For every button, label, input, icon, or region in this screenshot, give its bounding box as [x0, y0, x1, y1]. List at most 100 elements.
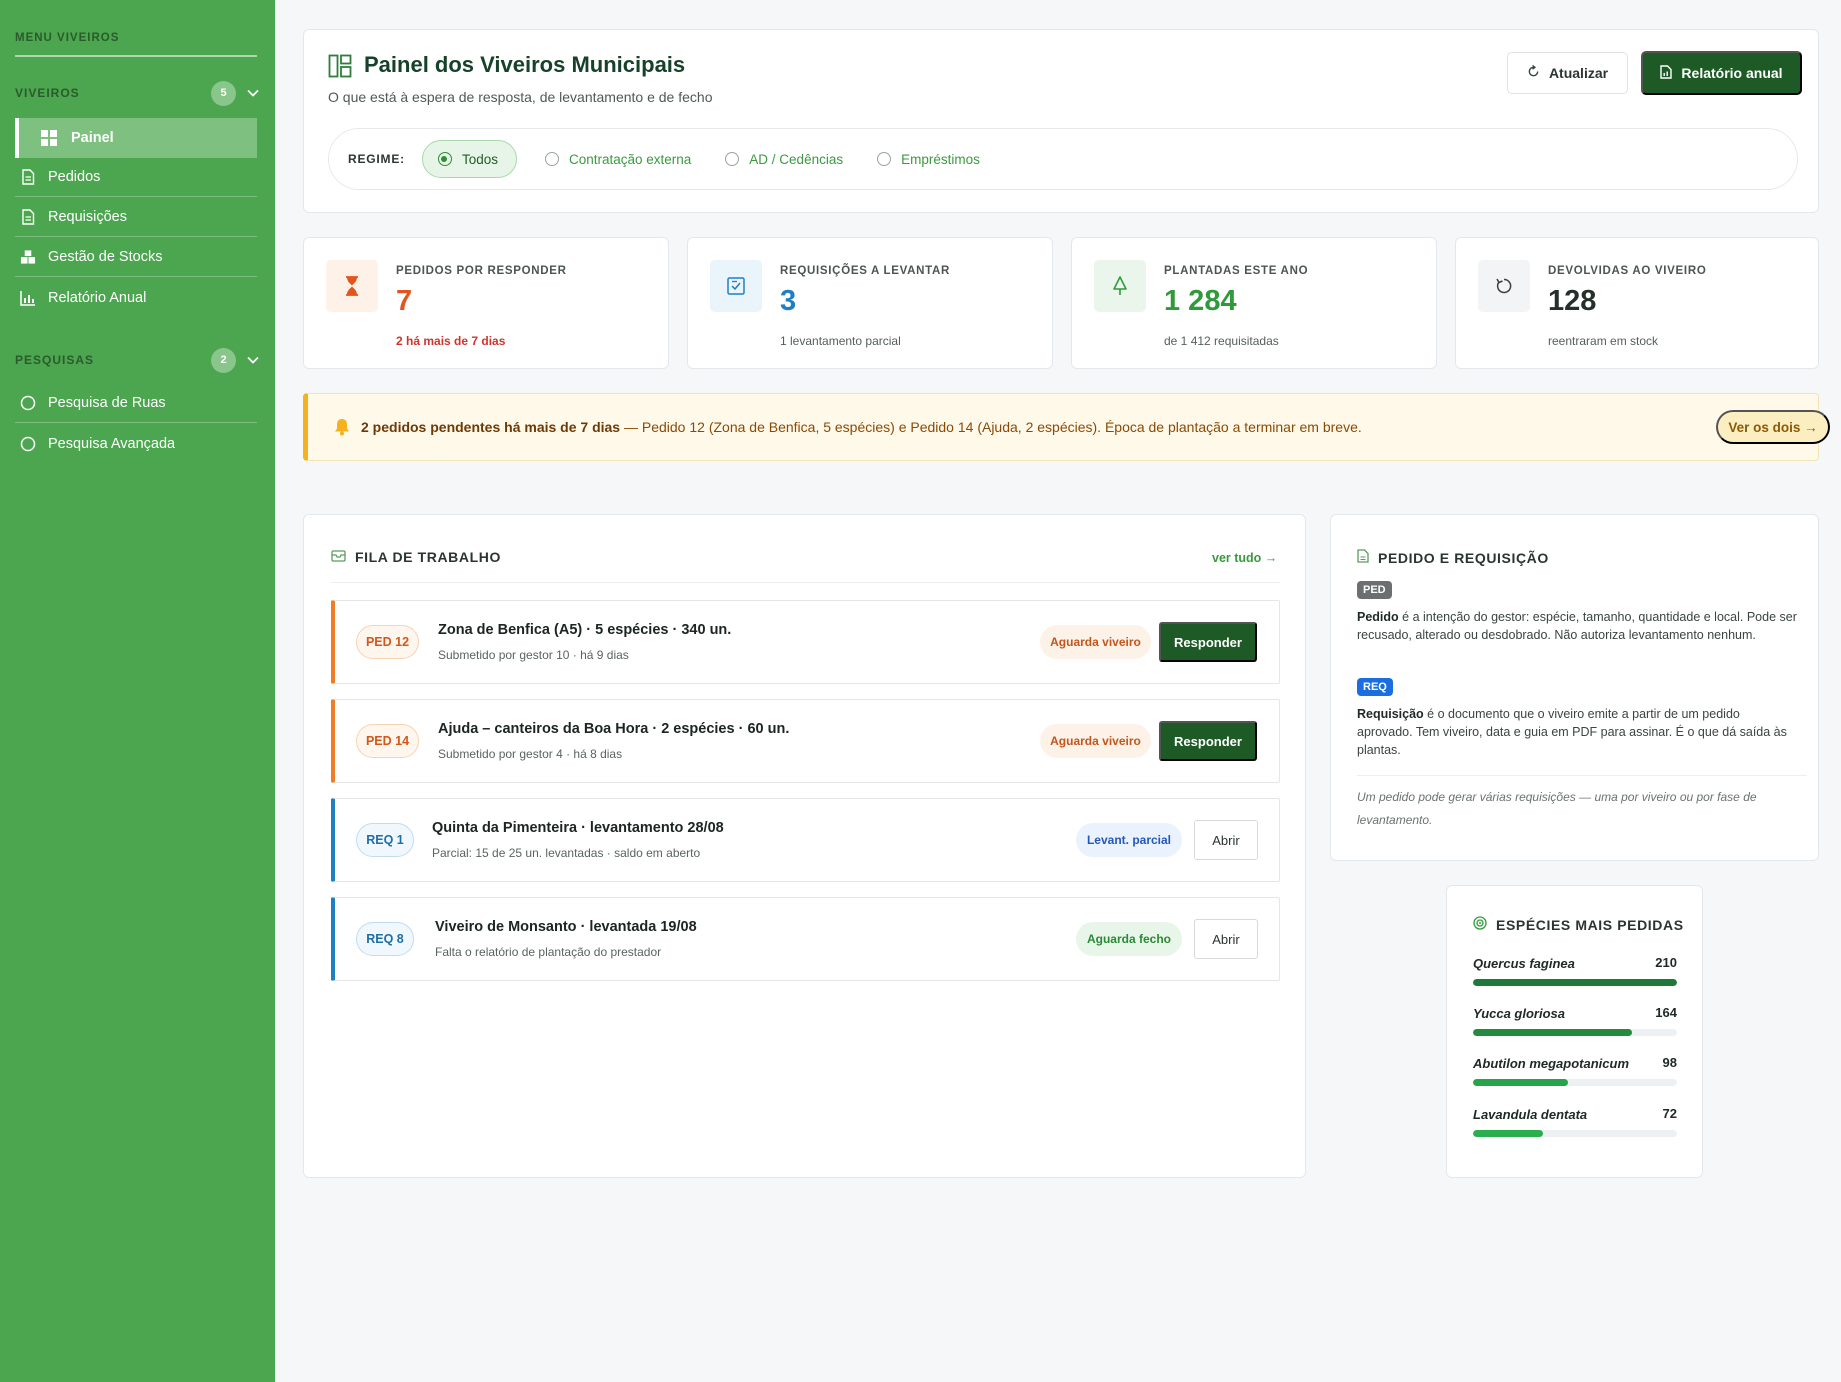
- grid-icon: [41, 130, 57, 146]
- annual-report-button[interactable]: Relatório anual: [1641, 51, 1802, 95]
- respond-button[interactable]: Responder: [1159, 721, 1257, 761]
- species-bar-fill: [1473, 1130, 1543, 1137]
- regime-filter: REGIME: Todos Contratação externa AD / C…: [328, 128, 1798, 190]
- species-bar-fill: [1473, 1029, 1633, 1036]
- stat-card-pedidos[interactable]: PEDIDOS POR RESPONDER 7 2 há mais de 7 d…: [303, 237, 669, 369]
- circle-icon: [20, 395, 36, 411]
- see-both-button[interactable]: Ver os dois →: [1716, 410, 1830, 444]
- document-icon: [20, 209, 36, 225]
- see-all-link[interactable]: ver tudo →: [1212, 551, 1277, 565]
- req-definition: Requisição é o documento que o viveiro e…: [1357, 705, 1797, 759]
- sidebar-item-pesquisa-avancada[interactable]: Pesquisa Avançada: [15, 424, 257, 463]
- work-queue-title: FILA DE TRABALHO: [331, 549, 501, 565]
- sidebar-item-pedidos[interactable]: Pedidos: [15, 158, 257, 197]
- chevron-down-icon: [246, 86, 260, 100]
- stat-card-devolvidas[interactable]: DEVOLVIDAS AO VIVEIRO 128 reentraram em …: [1455, 237, 1819, 369]
- species-bar-track: [1473, 1079, 1677, 1086]
- regime-option-label: Empréstimos: [901, 151, 980, 167]
- stat-label: PEDIDOS POR RESPONDER: [396, 265, 567, 277]
- open-button[interactable]: Abrir: [1194, 820, 1258, 860]
- regime-option-ad-cedencias[interactable]: AD / Cedências: [725, 140, 843, 178]
- sidebar-item-label: Gestão de Stocks: [48, 249, 163, 265]
- queue-row-subtitle: Parcial: 15 de 25 un. levantadas · saldo…: [432, 846, 701, 860]
- queue-row-subtitle: Falta o relatório de plantação do presta…: [435, 945, 662, 959]
- stat-card-requisicoes[interactable]: REQUISIÇÕES A LEVANTAR 3 1 levantamento …: [687, 237, 1053, 369]
- stat-note: reentraram em stock: [1548, 334, 1659, 348]
- sidebar-item-requisicoes[interactable]: Requisições: [15, 198, 257, 237]
- header-card: Painel dos Viveiros Municipais O que est…: [303, 29, 1819, 213]
- sidebar-item-gestao-stocks[interactable]: Gestão de Stocks: [15, 238, 257, 277]
- divider: [1357, 775, 1807, 776]
- species-count: 210: [1655, 955, 1677, 970]
- regime-option-contratacao-externa[interactable]: Contratação externa: [544, 140, 691, 178]
- queue-row-tag: PED 14: [356, 724, 419, 758]
- alert-message: 2 pedidos pendentes há mais de 7 dias — …: [361, 419, 1362, 435]
- regime-option-emprestimos[interactable]: Empréstimos: [877, 140, 980, 178]
- sidebar-item-label: Painel: [71, 130, 114, 146]
- sidebar-item-painel[interactable]: Painel: [15, 118, 257, 158]
- checklist-icon: [710, 260, 762, 312]
- queue-row[interactable]: PED 12 Zona de Benfica (A5) · 5 espécies…: [331, 600, 1280, 684]
- alert-strong: 2 pedidos pendentes há mais de 7 dias: [361, 419, 621, 435]
- refresh-icon: [1527, 64, 1540, 81]
- boxes-icon: [20, 249, 36, 265]
- ped-badge: PED: [1357, 581, 1392, 599]
- species-bar-track: [1473, 1029, 1677, 1036]
- queue-row-tag: REQ 1: [356, 823, 414, 857]
- circle-icon: [20, 436, 36, 452]
- species-count: 164: [1655, 1005, 1677, 1020]
- stat-note: 2 há mais de 7 dias: [396, 334, 506, 348]
- species-bar-fill: [1473, 1079, 1569, 1086]
- status-badge: Aguarda fecho: [1076, 922, 1182, 956]
- species-bar-track: [1473, 1130, 1677, 1137]
- stat-value: 7: [396, 285, 413, 317]
- sidebar-item-pesquisa-ruas[interactable]: Pesquisa de Ruas: [15, 384, 257, 423]
- sidebar-item-label: Pedidos: [48, 169, 101, 185]
- regime-option-label: AD / Cedências: [749, 151, 844, 167]
- sidebar-group-label: PESQUISAS: [15, 353, 95, 367]
- sidebar-group-count: 2: [211, 347, 236, 373]
- sidebar-menu-title: MENU VIVEIROS: [15, 32, 120, 44]
- alert-text: — Pedido 12 (Zona de Benfica, 5 espécies…: [620, 419, 1362, 435]
- annual-report-button-label: Relatório anual: [1681, 65, 1783, 81]
- bell-icon: [334, 418, 352, 436]
- species-bar-fill: [1473, 979, 1677, 986]
- sidebar-group-count: 5: [211, 80, 236, 106]
- species-count: 72: [1662, 1106, 1677, 1121]
- target-icon: [1473, 916, 1487, 933]
- respond-button[interactable]: Responder: [1159, 622, 1257, 662]
- stat-value: 3: [780, 285, 797, 317]
- sidebar-item-relatorio-anual[interactable]: Relatório Anual: [15, 278, 257, 317]
- radio-icon: [725, 152, 740, 166]
- divider: [331, 582, 1280, 583]
- sidebar-group-viveiros[interactable]: VIVEIROS 5: [15, 80, 260, 106]
- top-species-card: ESPÉCIES MAIS PEDIDAS Quercus faginea 21…: [1446, 885, 1703, 1178]
- queue-row-tag: REQ 8: [356, 922, 414, 956]
- species-name: Lavandula dentata: [1473, 1107, 1588, 1122]
- queue-row[interactable]: REQ 1 Quinta da Pimenteira · levantament…: [331, 798, 1280, 882]
- work-queue-card: FILA DE TRABALHO ver tudo → PED 12 Zona …: [303, 514, 1306, 1178]
- species-name: Quercus faginea: [1473, 956, 1575, 971]
- regime-option-todos[interactable]: Todos: [421, 140, 517, 178]
- regime-label: REGIME:: [348, 152, 405, 166]
- status-badge: Aguarda viveiro: [1040, 724, 1151, 758]
- queue-row-subtitle: Submetido por gestor 10 · há 9 dias: [438, 648, 629, 662]
- stat-card-plantadas[interactable]: PLANTADAS ESTE ANO 1 284 de 1 412 requis…: [1071, 237, 1437, 369]
- open-button[interactable]: Abrir: [1194, 919, 1258, 959]
- species-row: Lavandula dentata 72: [1473, 1106, 1677, 1137]
- queue-row[interactable]: PED 14 Ajuda – canteiros da Boa Hora · 2…: [331, 699, 1280, 783]
- queue-row-title: Zona de Benfica (A5) · 5 espécies · 340 …: [438, 622, 732, 638]
- sidebar-group-pesquisas[interactable]: PESQUISAS 2: [15, 347, 260, 373]
- sidebar-group-label: VIVEIROS: [15, 86, 80, 100]
- refresh-button[interactable]: Atualizar: [1507, 52, 1628, 94]
- sidebar-item-label: Requisições: [48, 209, 127, 225]
- species-row: Abutilon megapotanicum 98: [1473, 1055, 1677, 1086]
- stat-label: PLANTADAS ESTE ANO: [1164, 265, 1309, 277]
- inbox-icon: [331, 549, 346, 565]
- stat-value: 1 284: [1164, 285, 1237, 317]
- sidebar-item-label: Pesquisa Avançada: [48, 435, 176, 452]
- queue-row[interactable]: REQ 8 Viveiro de Monsanto · levantada 19…: [331, 897, 1280, 981]
- status-badge: Levant. parcial: [1076, 823, 1182, 857]
- stat-label: REQUISIÇÕES A LEVANTAR: [780, 265, 951, 277]
- stat-label: DEVOLVIDAS AO VIVEIRO: [1548, 265, 1707, 277]
